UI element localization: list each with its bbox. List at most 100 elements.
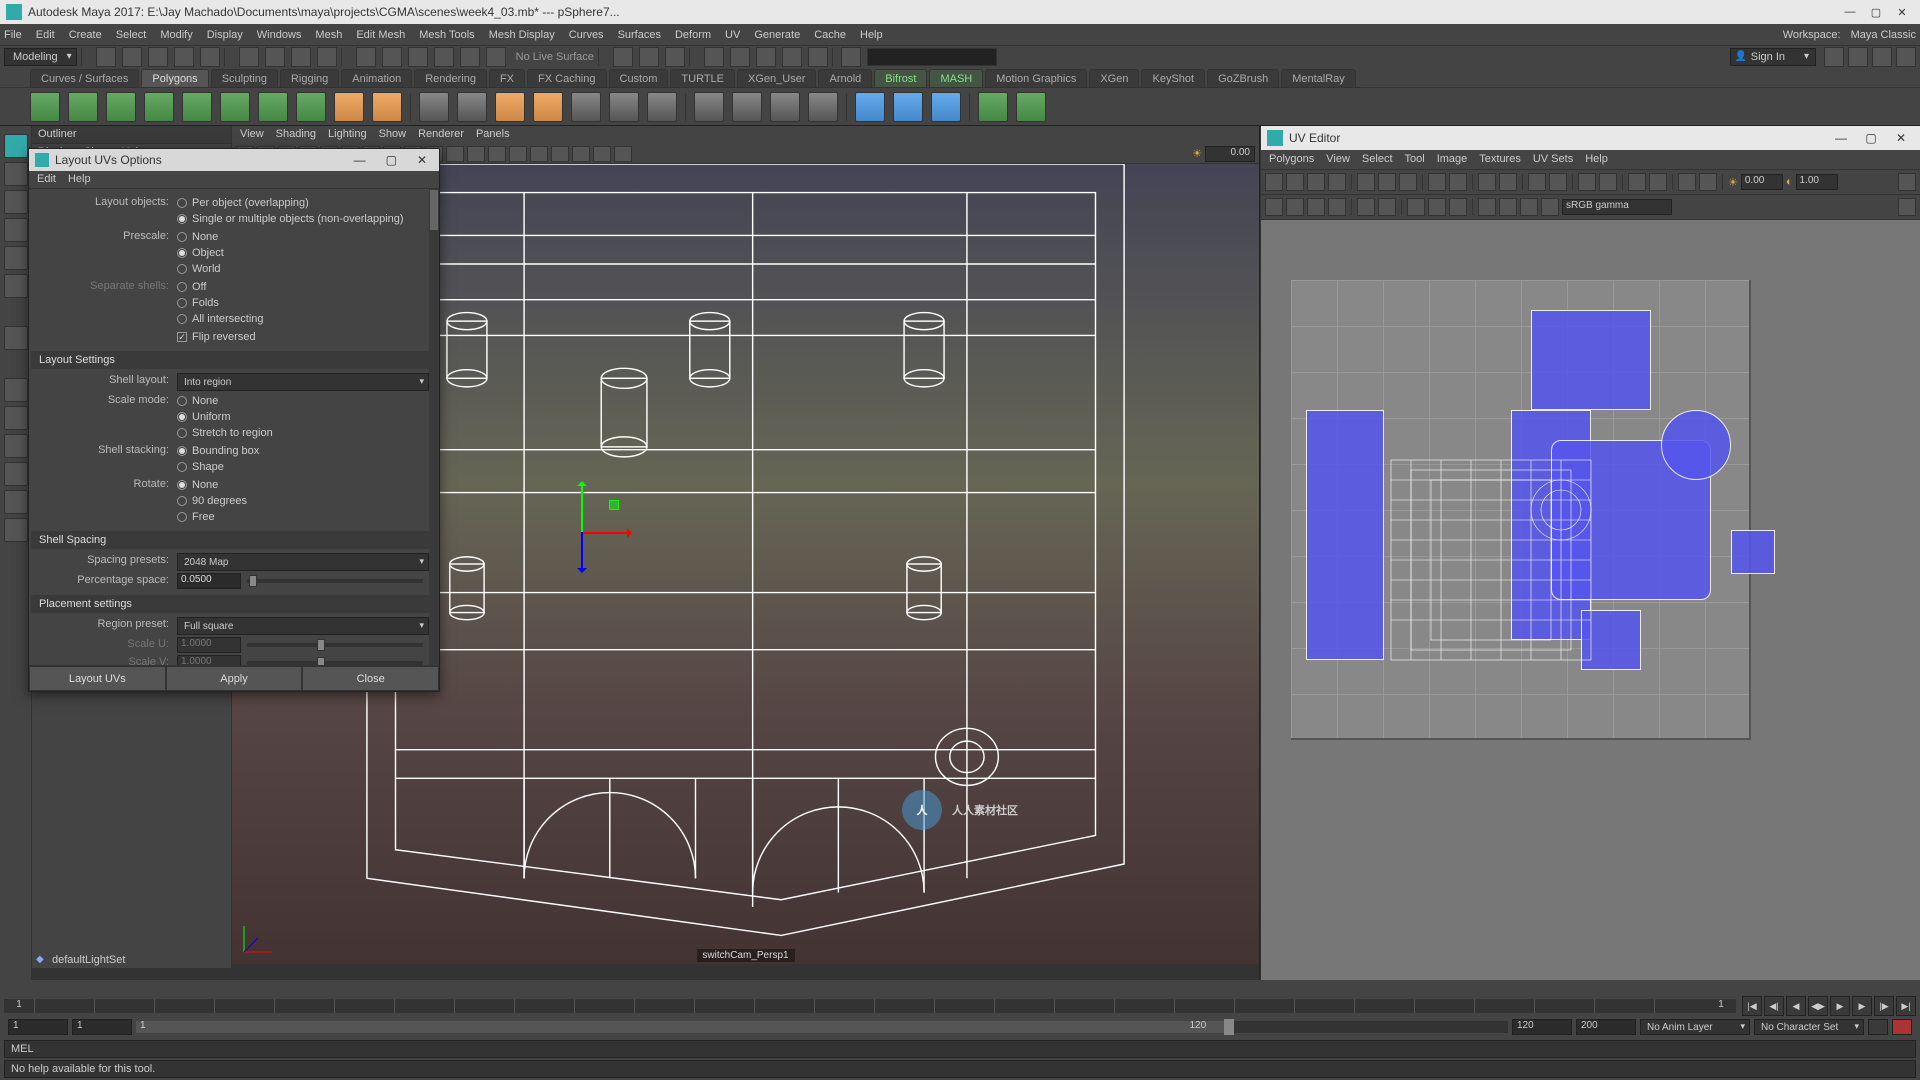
uv-move-icon[interactable]: [1265, 198, 1283, 216]
manipulator-z-axis[interactable]: [581, 532, 583, 572]
uv-image-icon[interactable]: [1649, 173, 1667, 191]
render-globals-icon[interactable]: [756, 47, 776, 67]
radio-prescale-none[interactable]: None: [177, 229, 429, 245]
uv-refresh-icon[interactable]: [1898, 198, 1916, 216]
four-pane-icon[interactable]: [4, 406, 28, 430]
uv-show-grid-icon[interactable]: [1407, 198, 1425, 216]
attribute-editor-icon[interactable]: [1848, 47, 1868, 67]
svg-icon[interactable]: [372, 92, 402, 122]
save-scene-icon[interactable]: [148, 47, 168, 67]
range-track[interactable]: 1 120: [136, 1021, 1508, 1033]
layout-uvs-button[interactable]: Layout UVs: [29, 666, 166, 691]
dialog-maximize-button[interactable]: ▢: [380, 153, 403, 167]
open-scene-icon[interactable]: [122, 47, 142, 67]
uv-exposure-field[interactable]: 0.00: [1741, 174, 1783, 190]
close-dialog-button[interactable]: Close: [302, 666, 439, 691]
outliner-layout-icon[interactable]: [4, 518, 28, 542]
uv-grid-icon[interactable]: [1549, 173, 1567, 191]
anim-layer-dropdown[interactable]: No Anim Layer: [1640, 1019, 1750, 1035]
manipulator-xy-plane[interactable]: [609, 500, 619, 510]
playback-start-field[interactable]: 1: [72, 1019, 132, 1035]
manipulator-x-axis[interactable]: [581, 532, 631, 534]
menu-edit[interactable]: Edit: [36, 29, 55, 41]
radio-per-object[interactable]: Per object (overlapping): [177, 195, 429, 211]
separate-icon[interactable]: [457, 92, 487, 122]
uv-menu-textures[interactable]: Textures: [1479, 153, 1521, 166]
three-pane-icon[interactable]: [4, 490, 28, 514]
character-set-dropdown[interactable]: No Character Set: [1754, 1019, 1864, 1035]
tab-sculpting[interactable]: Sculpting: [211, 69, 278, 87]
menu-create[interactable]: Create: [69, 29, 102, 41]
tab-mash[interactable]: MASH: [929, 69, 983, 87]
multi-cut-icon[interactable]: [609, 92, 639, 122]
playback-end-field[interactable]: 120: [1512, 1019, 1572, 1035]
radio-prescale-world[interactable]: World: [177, 261, 429, 277]
uv-cut-icon[interactable]: [1357, 173, 1375, 191]
spacing-presets-dropdown[interactable]: 2048 Map: [177, 553, 429, 571]
tab-rigging[interactable]: Rigging: [280, 69, 339, 87]
panel-layout-icon[interactable]: [841, 47, 861, 67]
dialog-titlebar[interactable]: Layout UVs Options — ▢ ✕: [29, 149, 439, 171]
uv-select-border-icon[interactable]: [1378, 198, 1396, 216]
extrude-icon[interactable]: [495, 92, 525, 122]
command-line[interactable]: MEL: [4, 1040, 1916, 1058]
step-forward-key-button[interactable]: |▶: [1874, 996, 1894, 1016]
undo-icon[interactable]: [174, 47, 194, 67]
viewport-menu-shading[interactable]: Shading: [276, 128, 316, 142]
render-layer-icon[interactable]: [808, 47, 828, 67]
tab-animation[interactable]: Animation: [341, 69, 412, 87]
viewport-menu-lighting[interactable]: Lighting: [328, 128, 367, 142]
poly-sphere-icon[interactable]: [30, 92, 60, 122]
move-tool-icon[interactable]: [4, 218, 28, 242]
uv-show-tile-icon[interactable]: [1428, 198, 1446, 216]
tab-curves-surfaces[interactable]: Curves / Surfaces: [30, 69, 139, 87]
tab-polygons[interactable]: Polygons: [141, 69, 208, 87]
uv-color-r-icon[interactable]: [1478, 198, 1496, 216]
uv-distortion-icon[interactable]: [1699, 173, 1717, 191]
crease-icon[interactable]: [931, 92, 961, 122]
play-forward-button[interactable]: ▶: [1830, 996, 1850, 1016]
textured-icon[interactable]: [446, 146, 464, 162]
rotate-tool-icon[interactable]: [4, 246, 28, 270]
dialog-menu-help[interactable]: Help: [68, 173, 91, 186]
tool-settings-icon[interactable]: [1872, 47, 1892, 67]
uv-menu-help[interactable]: Help: [1585, 153, 1608, 166]
tab-xgen[interactable]: XGen: [1089, 69, 1139, 87]
step-back-key-button[interactable]: ◀|: [1764, 996, 1784, 1016]
uv-gamma-field[interactable]: 1.00: [1796, 174, 1838, 190]
collapse-icon[interactable]: [808, 92, 838, 122]
motion-blur-icon[interactable]: [593, 146, 611, 162]
uv-checker-icon[interactable]: [1628, 173, 1646, 191]
uv-menu-uv-sets[interactable]: UV Sets: [1533, 153, 1573, 166]
last-tool-icon[interactable]: [4, 326, 28, 350]
auto-key-button[interactable]: [1868, 1019, 1888, 1035]
workspace-value[interactable]: Maya Classic: [1851, 29, 1916, 41]
uv-menu-polygons[interactable]: Polygons: [1269, 153, 1314, 166]
uv-isolate-icon[interactable]: [1578, 173, 1596, 191]
manipulator-y-axis[interactable]: [581, 482, 583, 532]
viewport-menu-panels[interactable]: Panels: [476, 128, 510, 142]
uv-show-texture-icon[interactable]: [1449, 198, 1467, 216]
uv-menu-view[interactable]: View: [1326, 153, 1350, 166]
minimize-button[interactable]: —: [1838, 3, 1862, 21]
tab-mentalray[interactable]: MentalRay: [1281, 69, 1356, 87]
menu-mesh[interactable]: Mesh: [315, 29, 342, 41]
menu-edit-mesh[interactable]: Edit Mesh: [356, 29, 405, 41]
snap-live-icon[interactable]: [460, 47, 480, 67]
dialog-menu-edit[interactable]: Edit: [37, 173, 56, 186]
tab-rendering[interactable]: Rendering: [414, 69, 487, 87]
go-to-end-button[interactable]: ▶|: [1896, 996, 1916, 1016]
tab-fx-caching[interactable]: FX Caching: [527, 69, 606, 87]
uv-snap-icon[interactable]: [1528, 173, 1546, 191]
menu-modify[interactable]: Modify: [160, 29, 192, 41]
poly-cube-icon[interactable]: [68, 92, 98, 122]
paint-select-tool-icon[interactable]: [4, 190, 28, 214]
menu-file[interactable]: File: [4, 29, 22, 41]
uv-sew-icon[interactable]: [1378, 173, 1396, 191]
menu-generate[interactable]: Generate: [754, 29, 800, 41]
snap-curve-icon[interactable]: [382, 47, 402, 67]
uv-lattice-icon[interactable]: [1307, 198, 1325, 216]
maximize-button[interactable]: ▢: [1864, 3, 1888, 21]
select-tool-icon[interactable]: [4, 134, 28, 158]
menu-windows[interactable]: Windows: [257, 29, 302, 41]
